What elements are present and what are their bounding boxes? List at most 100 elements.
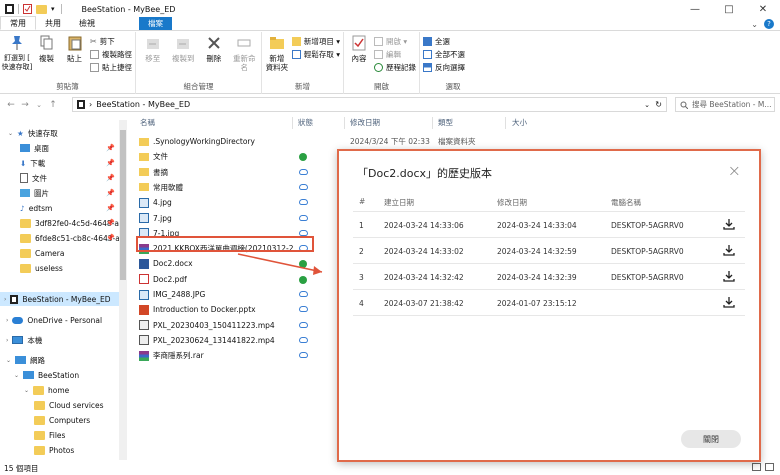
invert-selection-label: 反向選擇 bbox=[435, 63, 465, 72]
nav-item-camera[interactable]: Camera bbox=[20, 246, 64, 260]
search-input[interactable]: 搜尋 BeeStation - M... bbox=[675, 97, 775, 112]
file-row[interactable]: PXL_20230403_150411223.mp4 bbox=[139, 319, 275, 332]
edit-icon bbox=[374, 50, 383, 59]
nav-item-onedrive[interactable]: › OneDrive - Personal bbox=[6, 313, 102, 327]
column-header-name[interactable]: 名稱 bbox=[140, 117, 155, 129]
recent-dropdown-icon[interactable]: ⌄ bbox=[32, 101, 46, 109]
tab-file[interactable]: 檔案 bbox=[139, 17, 172, 30]
file-row[interactable]: 李商隱系列.rar bbox=[139, 349, 204, 362]
minimize-button[interactable]: — bbox=[678, 0, 712, 18]
nav-item-files[interactable]: Files bbox=[34, 428, 65, 442]
folder-icon bbox=[34, 400, 45, 410]
maximize-button[interactable]: □ bbox=[712, 0, 746, 18]
file-row[interactable]: IMG_2488.JPG bbox=[139, 288, 205, 301]
version-modified: 2024-01-07 23:15:12 bbox=[497, 299, 577, 308]
file-row[interactable]: 常用軟體 bbox=[139, 181, 183, 194]
nav-quick-access[interactable]: ⌄ ★ 快速存取 bbox=[8, 126, 58, 140]
folder-icon bbox=[34, 430, 45, 440]
nav-item-pictures[interactable]: 圖片 bbox=[20, 186, 49, 200]
back-arrow-icon[interactable]: ← bbox=[4, 100, 18, 110]
open-icon bbox=[374, 37, 383, 46]
properties-icon[interactable] bbox=[23, 4, 32, 14]
version-computer: DESKTOP-5AGRRV0 bbox=[611, 247, 684, 256]
dialog-close-icon[interactable]: × bbox=[728, 161, 741, 180]
qat-dropdown-icon[interactable]: ▾ bbox=[51, 5, 55, 13]
nav-item-documents[interactable]: 文件 bbox=[20, 171, 47, 185]
nav-item-edtsm[interactable]: ♪ edtsm bbox=[20, 201, 52, 215]
invert-selection-button[interactable]: 反向選擇 bbox=[423, 62, 465, 73]
folder-icon bbox=[139, 137, 149, 146]
new-folder-icon[interactable] bbox=[36, 4, 47, 14]
column-header-status[interactable]: 狀態 bbox=[298, 117, 313, 129]
nav-item-beestation[interactable]: ⌄ BeeStation bbox=[14, 368, 79, 382]
tab-home[interactable]: 常用 bbox=[0, 16, 36, 30]
nav-scrollbar[interactable] bbox=[119, 120, 127, 460]
close-button[interactable]: 關閉 bbox=[681, 430, 741, 448]
nav-item-label: 網路 bbox=[30, 355, 46, 365]
open-button[interactable]: 開啟 ▾ bbox=[374, 36, 416, 47]
column-divider[interactable] bbox=[505, 117, 506, 129]
breadcrumb[interactable]: BeeStation - MyBee_ED bbox=[96, 100, 190, 109]
download-icon[interactable] bbox=[723, 218, 735, 230]
column-divider[interactable] bbox=[344, 117, 345, 129]
address-dropdown-icon[interactable]: ⌄ bbox=[644, 101, 650, 109]
copy-path-button[interactable]: 複製路徑 bbox=[90, 49, 132, 60]
large-icons-view-icon[interactable] bbox=[765, 463, 774, 471]
version-row[interactable]: 3 2024-03-24 14:32:42 2024-03-24 14:32:39 D… bbox=[353, 264, 745, 290]
ribbon-collapse-icon[interactable]: ⌄ bbox=[751, 20, 758, 29]
version-row[interactable]: 2 2024-03-24 14:33:02 2024-03-24 14:32:59 D… bbox=[353, 238, 745, 264]
up-arrow-icon[interactable]: ↑ bbox=[46, 100, 60, 110]
nav-item-beestation-selected[interactable]: › BeeStation - MyBee_ED bbox=[0, 292, 120, 306]
refresh-icon[interactable]: ↻ bbox=[655, 100, 662, 109]
nav-item-network[interactable]: ⌄ 網路 bbox=[6, 353, 45, 367]
download-icon[interactable] bbox=[723, 244, 735, 256]
paste-shortcut-button[interactable]: 貼上捷徑 bbox=[90, 62, 132, 73]
file-row[interactable]: Doc2.docx bbox=[139, 257, 193, 270]
pinned-icon: 📌 bbox=[106, 234, 115, 242]
cut-button[interactable]: ✂ 剪下 bbox=[90, 36, 132, 47]
file-row[interactable]: 4.jpg bbox=[139, 196, 172, 209]
column-header-type[interactable]: 類型 bbox=[438, 117, 453, 129]
nav-item-downloads[interactable]: ⬇ 下載 bbox=[20, 156, 45, 170]
pinned-icon: 📌 bbox=[106, 174, 115, 182]
file-row[interactable]: Doc2.pdf bbox=[139, 273, 187, 286]
edit-button[interactable]: 編輯 bbox=[374, 49, 416, 60]
history-button[interactable]: 歷程記錄 bbox=[374, 62, 416, 73]
pinned-icon: 📌 bbox=[106, 204, 115, 212]
nav-item-desktop[interactable]: 桌面 bbox=[20, 141, 49, 155]
nav-item-this-pc[interactable]: › 本機 bbox=[6, 333, 42, 347]
file-row[interactable]: 文件 bbox=[139, 150, 168, 163]
column-header-size[interactable]: 大小 bbox=[512, 117, 527, 129]
select-all-button[interactable]: 全選 bbox=[423, 36, 465, 47]
tab-view[interactable]: 檢視 bbox=[70, 17, 104, 30]
column-header-modified[interactable]: 修改日期 bbox=[350, 117, 380, 129]
help-icon[interactable]: ? bbox=[764, 19, 774, 29]
file-row[interactable]: PXL_20230624_131441822.mp4 bbox=[139, 334, 275, 347]
version-row[interactable]: 1 2024-03-24 14:33:06 2024-03-24 14:33:04 D… bbox=[353, 212, 745, 238]
address-bar[interactable]: › BeeStation - MyBee_ED ⌄ ↻ bbox=[72, 97, 667, 112]
file-row[interactable]: 書摘 bbox=[139, 166, 168, 179]
close-window-button[interactable]: ✕ bbox=[746, 0, 780, 18]
forward-arrow-icon[interactable]: → bbox=[18, 100, 32, 110]
navigation-pane: ⌄ ★ 快速存取 桌面 📌 ⬇ 下載 📌 文件 📌 圖片 📌 ♪ edtsm 📌 3… bbox=[0, 120, 128, 462]
file-row[interactable]: .SynologyWorkingDirectory bbox=[139, 135, 255, 148]
nav-item-photos[interactable]: Photos bbox=[34, 443, 74, 457]
tab-share[interactable]: 共用 bbox=[36, 17, 70, 30]
download-icon[interactable] bbox=[723, 296, 735, 308]
version-row[interactable]: 4 2024-03-07 21:38:42 2024-01-07 23:15:12 bbox=[353, 290, 745, 316]
column-divider[interactable] bbox=[292, 117, 293, 129]
nav-item-useless[interactable]: useless bbox=[20, 261, 63, 275]
details-view-icon[interactable] bbox=[752, 463, 761, 471]
nav-item-computers[interactable]: Computers bbox=[34, 413, 90, 427]
easy-access-button[interactable]: 輕鬆存取 ▾ bbox=[291, 49, 340, 60]
file-row[interactable]: Introduction to Docker.pptx bbox=[139, 303, 256, 316]
select-none-button[interactable]: 全部不選 bbox=[423, 49, 465, 60]
nav-item-home[interactable]: ⌄ home bbox=[24, 383, 69, 397]
download-icon[interactable] bbox=[723, 270, 735, 282]
computer-icon bbox=[23, 371, 35, 379]
nav-scrollbar-thumb[interactable] bbox=[120, 130, 126, 280]
new-item-button[interactable]: 新增項目 ▾ bbox=[291, 36, 340, 47]
column-divider[interactable] bbox=[432, 117, 433, 129]
file-row[interactable]: 7.jpg bbox=[139, 212, 172, 225]
nav-item-cloud-services[interactable]: Cloud services bbox=[34, 398, 104, 412]
